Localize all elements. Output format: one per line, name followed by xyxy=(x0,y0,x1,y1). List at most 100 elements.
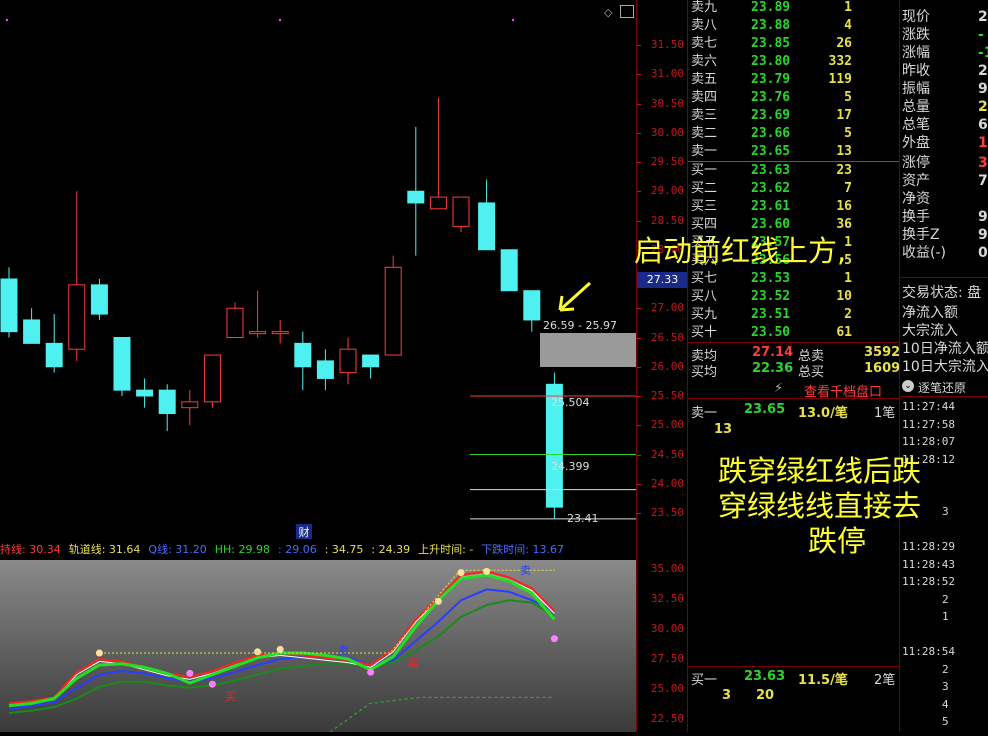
indicator-signal-dot xyxy=(457,569,465,577)
order-level-label: 买十 xyxy=(691,325,718,340)
quote-value: 9. xyxy=(978,81,988,97)
quote-label: 外盘 xyxy=(902,135,930,151)
quote-row: 振幅 9. xyxy=(902,80,988,98)
quote-value: 2 xyxy=(978,63,988,79)
price-tick xyxy=(637,366,641,368)
bid1-count: 2笔 xyxy=(874,673,896,688)
indicator-canvas xyxy=(0,560,636,733)
candle-canvas xyxy=(0,18,682,520)
indicator-panel[interactable]: 卖卖买买 xyxy=(0,540,636,733)
quote-value: 9. xyxy=(978,227,988,243)
diamond-icon[interactable]: ◇ xyxy=(604,6,614,19)
quote-value: 0. xyxy=(978,245,988,261)
order-price: 23.51 xyxy=(751,307,791,322)
order-row: 卖二 23.66 5 xyxy=(688,125,900,143)
divider xyxy=(900,277,988,278)
order-level-label: 卖五 xyxy=(691,72,718,87)
status-label: 大宗流入 xyxy=(902,323,958,339)
indicator-value: Q线: 31.20 xyxy=(148,543,207,556)
order-price: 23.60 xyxy=(751,217,791,232)
tick-row: 11:28:54 xyxy=(902,645,955,658)
order-volume: 2 xyxy=(844,307,852,322)
price-tick xyxy=(637,425,641,427)
indicator-tick-label: 32.50 xyxy=(650,592,684,605)
quote-value: 28 xyxy=(978,99,988,115)
price-tick-label: 26.00 xyxy=(650,359,684,373)
candle-body xyxy=(384,266,402,356)
quote-row: 收益(-) 0. xyxy=(902,244,988,262)
order-volume: 16 xyxy=(836,199,852,214)
annotation-line3: 跌停 xyxy=(808,524,867,558)
quote-value: 6 xyxy=(978,117,988,133)
divider xyxy=(688,666,900,667)
tick-row: 1 xyxy=(942,610,949,623)
indicator-value: : 34.75 xyxy=(324,543,364,556)
order-price: 23.76 xyxy=(751,90,791,105)
chevron-down-icon[interactable]: ⌄ xyxy=(902,380,914,392)
order-price: 23.66 xyxy=(751,126,791,141)
order-price: 23.89 xyxy=(751,0,791,15)
price-tick-label: 23.50 xyxy=(650,506,684,519)
sell-mark: 卖 xyxy=(338,644,349,657)
quote-row: 现价 2 xyxy=(902,8,988,26)
quote-label: 总量 xyxy=(902,99,930,115)
order-level-label: 买四 xyxy=(691,217,718,232)
order-row: 卖四 23.76 5 xyxy=(688,89,900,107)
tick-list-panel: ⌄ 逐笔还原 11:27:44 11:27:58 11:28:07 11:28:12 3… xyxy=(899,378,988,732)
quote-row: 换手Z 9. xyxy=(902,226,988,244)
order-row: 买九 23.51 2 xyxy=(688,306,900,324)
bid1-size: 11.5/笔 xyxy=(798,673,848,688)
quote-row: 涨幅 -11. xyxy=(902,44,988,62)
order-level-label: 买二 xyxy=(691,181,718,196)
ask1-price: 23.65 xyxy=(744,402,786,417)
indicator-background xyxy=(0,560,636,732)
quote-label: 现价 xyxy=(902,9,930,25)
candle-body xyxy=(339,348,357,374)
tick-row: 11:28:43 xyxy=(902,557,955,571)
level-high-label: 25.504 xyxy=(551,396,590,409)
ask1-size: 13.0/笔 xyxy=(798,406,848,421)
order-volume: 4 xyxy=(844,18,852,33)
indicator-signal-dot xyxy=(254,648,262,656)
order-price: 23.80 xyxy=(751,54,791,69)
candle-body xyxy=(181,401,199,409)
bid1-price: 23.63 xyxy=(744,669,786,684)
candle-body xyxy=(271,331,289,335)
order-price: 23.52 xyxy=(751,289,791,304)
indicator-signal-dot xyxy=(186,669,194,677)
tick-restore-tab[interactable]: 逐笔还原 xyxy=(918,379,966,396)
quote-label: 净资 xyxy=(902,191,930,207)
ask1-detail: 13 xyxy=(714,422,733,437)
order-row: 买十 23.50 61 xyxy=(688,324,900,342)
order-row: 买二 23.62 7 xyxy=(688,180,900,198)
quote-label: 涨跌 xyxy=(902,27,930,43)
candle-body xyxy=(68,284,86,350)
candle-body xyxy=(90,284,108,315)
order-row: 卖六 23.80 332 xyxy=(688,53,900,71)
indicator-signal-dot xyxy=(208,680,216,688)
level-mid-label: 24.399 xyxy=(551,460,590,473)
quote-value: -11. xyxy=(978,45,988,61)
avg-buy-value: 22.36 xyxy=(752,361,794,376)
divider xyxy=(900,396,988,397)
order-volume: 1 xyxy=(844,271,852,286)
indicator-value: HH: 29.98 xyxy=(214,543,271,556)
order-row: 卖八 23.88 4 xyxy=(688,17,900,35)
sell-mark: 卖 xyxy=(520,564,531,577)
depth-panel: ⚡ 查看千档盘口 卖一 23.65 13.0/笔 1笔 13 买一 23.63 … xyxy=(687,378,900,732)
annotation-arrow xyxy=(559,307,575,312)
annotation-line1: 跌穿绿红线后跌 xyxy=(718,454,922,488)
gap-zone xyxy=(540,333,636,367)
quote-row: 净资 xyxy=(902,190,988,208)
quote-row: 涨跌 - xyxy=(902,26,988,44)
current-price-marker: 27.33 xyxy=(637,272,688,288)
order-book: 卖九 23.89 1 卖八 23.88 4 卖七 23.85 26 卖六 23.80 332 卖五 23.… xyxy=(687,0,901,380)
tick-row: 11:28:52 xyxy=(902,575,955,588)
order-row: 买七 23.53 1 xyxy=(688,270,900,288)
indicator-tick-label: 35.00 xyxy=(650,562,684,575)
total-sell-value: 3592 xyxy=(864,345,901,360)
candlestick-chart[interactable]: ◇ 26.59 - 25.97 25.504 24.399 23.41 财 xyxy=(0,0,682,540)
window-toggle-icon[interactable] xyxy=(620,5,634,18)
price-tick xyxy=(637,162,641,163)
price-tick xyxy=(637,74,641,76)
